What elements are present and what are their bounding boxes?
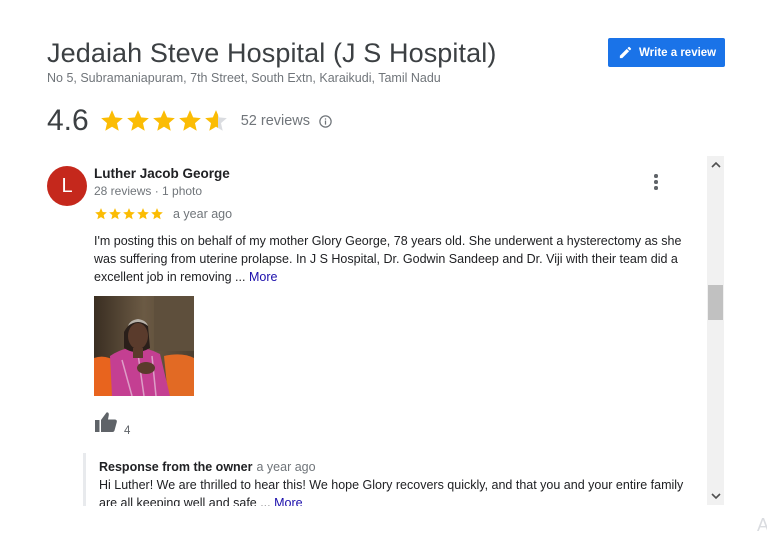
like-row: 4 (94, 411, 130, 438)
owner-more-link[interactable]: More (274, 496, 302, 506)
info-icon[interactable] (318, 114, 333, 129)
like-count: 4 (124, 425, 131, 437)
owner-response-time: a year ago (256, 460, 316, 474)
more-options-icon[interactable] (647, 172, 665, 192)
review-rating: a year ago (94, 207, 232, 221)
owner-response-body: Hi Luther! We are thrilled to hear this!… (99, 478, 684, 506)
thumbs-up-icon[interactable] (94, 411, 118, 438)
write-review-label: Write a review (639, 46, 717, 59)
owner-response-heading: Response from the owner a year ago (99, 460, 697, 474)
owner-response-text: Hi Luther! We are thrilled to hear this!… (99, 476, 684, 506)
reviewer-meta: 28 reviews · 1 photo (94, 184, 203, 198)
review-body: I'm posting this on behalf of my mother … (94, 234, 682, 284)
star-icon (126, 110, 149, 131)
star-icon (178, 110, 201, 131)
scroll-thumb[interactable] (708, 285, 723, 320)
corner-glyph: A (757, 515, 767, 535)
review-more-link[interactable]: More (249, 270, 277, 284)
rating-summary: 4.6 52 reviews (47, 102, 333, 140)
place-title: Jedaiah Steve Hospital (J S Hospital) (47, 38, 497, 68)
star-icon (152, 110, 175, 131)
review-stars (94, 207, 164, 221)
average-rating: 4.6 (47, 104, 89, 137)
review-text: I'm posting this on behalf of my mother … (94, 232, 689, 286)
owner-response: Response from the owner a year ago Hi Lut… (83, 453, 697, 506)
star-icon (95, 208, 107, 220)
star-icon (109, 208, 121, 220)
scroll-up-icon[interactable] (707, 156, 724, 173)
owner-response-title: Response from the owner (99, 460, 253, 474)
average-stars (99, 108, 229, 134)
review-list[interactable]: L Luther Jacob George 28 reviews · 1 pho… (47, 158, 697, 506)
star-icon (100, 110, 123, 131)
reviews-count[interactable]: 52 reviews (241, 113, 310, 129)
star-icon (204, 110, 227, 131)
reviewer-name[interactable]: Luther Jacob George (94, 166, 230, 181)
scrollbar[interactable] (707, 156, 724, 505)
star-icon (137, 208, 149, 220)
star-icon (151, 208, 163, 220)
place-address: No 5, Subramaniapuram, 7th Street, South… (47, 71, 441, 85)
write-review-button[interactable]: Write a review (608, 38, 725, 67)
star-icon (123, 208, 135, 220)
reviewer-avatar[interactable]: L (47, 166, 87, 206)
scroll-down-icon[interactable] (707, 488, 724, 505)
pencil-icon (619, 46, 632, 59)
review-photo[interactable] (94, 296, 194, 396)
review-time: a year ago (173, 207, 233, 221)
